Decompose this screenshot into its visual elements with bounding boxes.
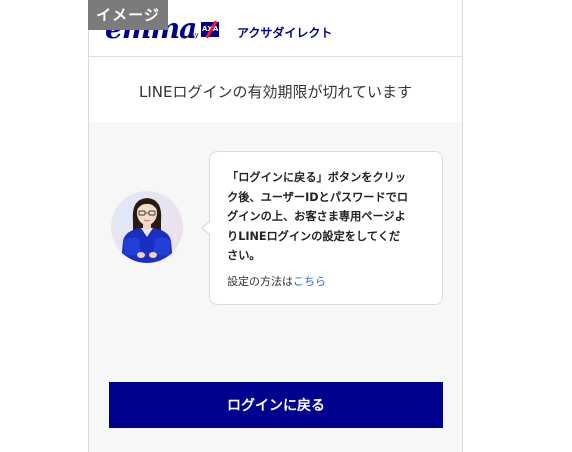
brand-name: アクサダイレクト: [237, 26, 333, 40]
message-line: 「ログインに戻る」ボタンをクリッ: [227, 171, 407, 184]
page-title: LINEログインの有効期限が切れています: [138, 83, 413, 101]
message-line: グインの上、お客さま専用ページよ: [227, 210, 406, 223]
axa-logo-icon: AXA: [201, 20, 219, 39]
settings-prefix: 設定の方法は: [227, 275, 293, 288]
message-line: りLINEログインの設定をしてくだ: [227, 229, 401, 243]
settings-help-line: 設定の方法はこちら: [227, 273, 326, 289]
assistant-avatar-icon: [111, 191, 183, 263]
instruction-message: 「ログインに戻る」ボタンをクリッ ク後、ユーザーIDとパスワードでロ グインの上…: [227, 168, 435, 266]
message-line: ク後、ユーザーIDとパスワードでロ: [227, 190, 409, 204]
image-label-badge: イメージ: [88, 0, 168, 30]
title-band: LINEログインの有効期限が切れています: [89, 57, 462, 122]
mobile-frame: emma by AXA アクサダイレクト LINEログインの有効期限が切れていま…: [88, 0, 463, 452]
speech-bubble: 「ログインに戻る」ボタンをクリッ ク後、ユーザーIDとパスワードでロ グインの上…: [201, 151, 443, 305]
back-to-login-button[interactable]: ログインに戻る: [109, 382, 443, 428]
message-line: さい。: [227, 249, 261, 262]
settings-help-link[interactable]: こちら: [293, 275, 326, 288]
avatar-illustration: [121, 198, 173, 263]
logo-by-text: by: [190, 31, 199, 39]
